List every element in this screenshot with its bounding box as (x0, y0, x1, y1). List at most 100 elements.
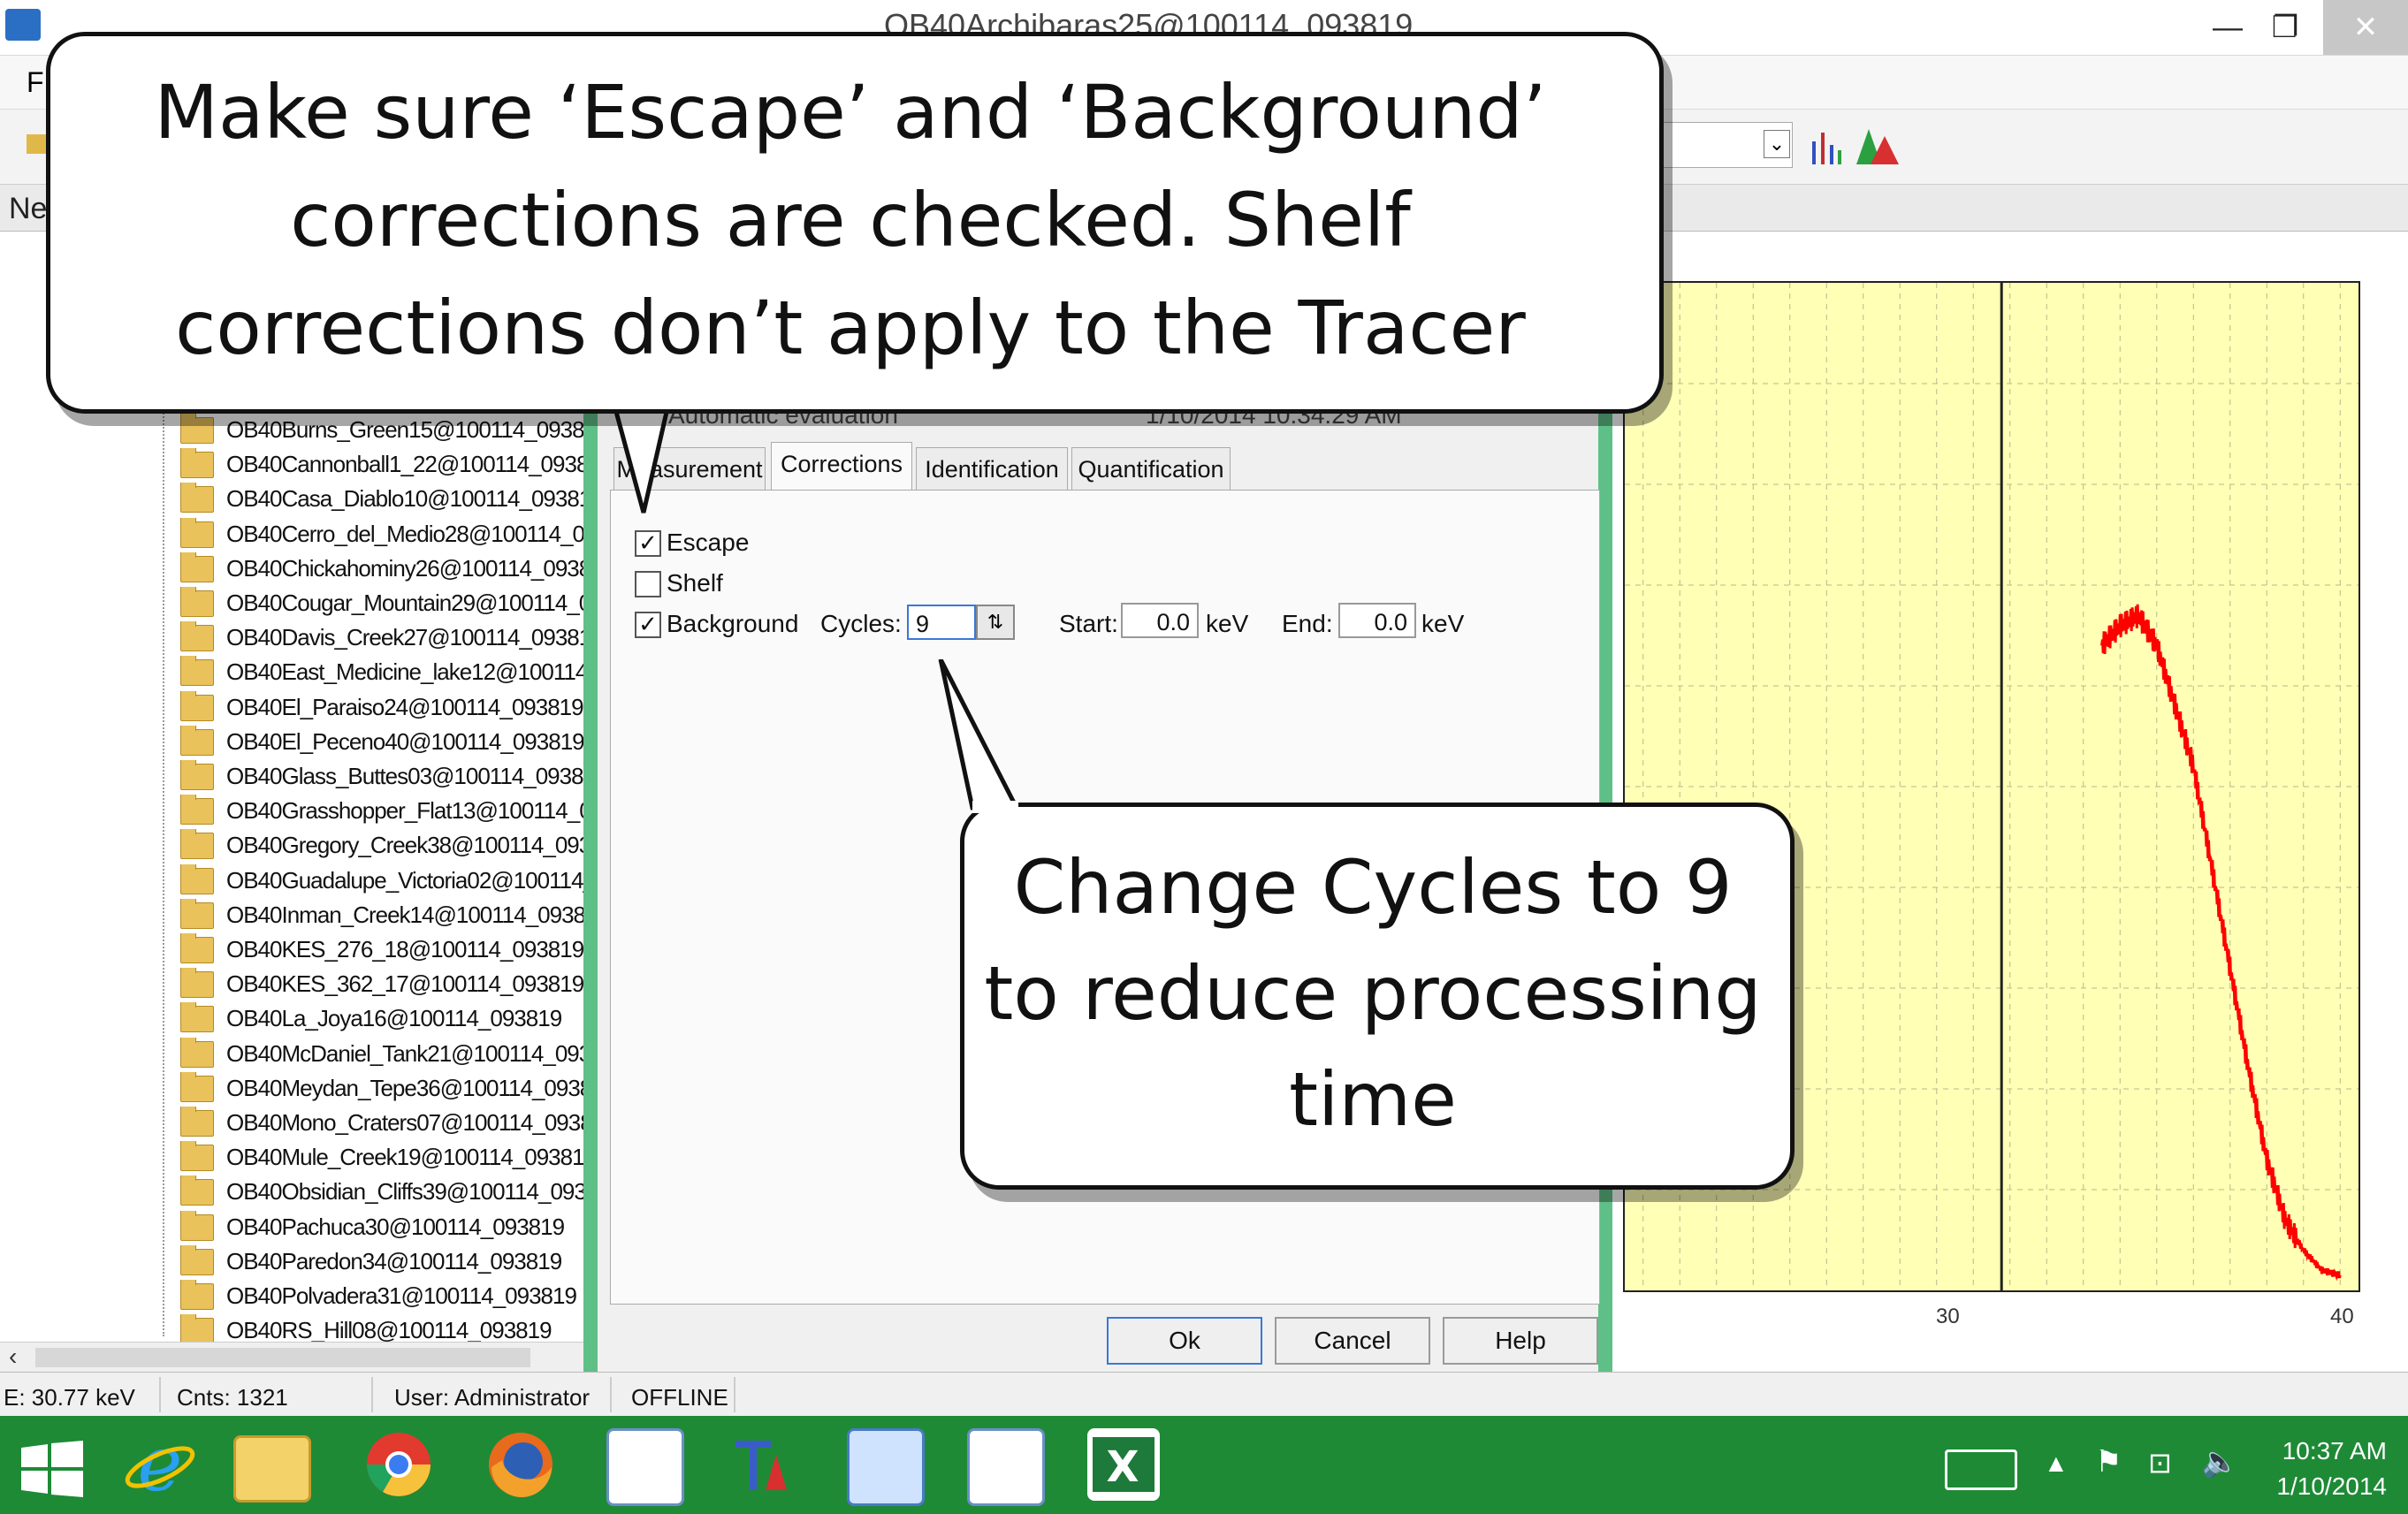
tab-quantification[interactable]: Quantification (1071, 447, 1231, 491)
keyboard-icon[interactable] (1945, 1449, 2017, 1490)
app-icon[interactable] (5, 9, 41, 41)
end-input[interactable]: 0.0 (1338, 603, 1416, 638)
callout-bottom-line-3: time (1289, 1056, 1457, 1143)
firefox-icon[interactable] (484, 1428, 557, 1501)
tree-item[interactable]: OB40Mule_Creek19@100114_093819 (159, 1141, 592, 1173)
tree-item[interactable]: OB40Guadalupe_Victoria02@100114_093819 (159, 864, 592, 896)
tree-item[interactable]: OB40Grasshopper_Flat13@100114_093819 (159, 795, 592, 826)
tree-item[interactable]: OB40El_Peceno40@100114_093819 (159, 725, 592, 757)
tree-item[interactable]: OB40KES_276_18@100114_093819 (159, 933, 592, 965)
tree-item[interactable]: OB40Mono_Craters07@100114_093819 (159, 1107, 592, 1138)
tree-item[interactable]: OB40Cougar_Mountain29@100114_093819 (159, 587, 592, 619)
callout-bottom-line-1: Change Cycles to 9 (1013, 844, 1733, 931)
folder-icon (180, 448, 214, 479)
folder-icon (180, 968, 214, 999)
show-hidden-icons-icon[interactable]: ▲ (2044, 1449, 2069, 1478)
tab-identification[interactable]: Identification (916, 447, 1068, 491)
menu-file[interactable]: F (27, 66, 44, 99)
scroll-left-icon[interactable]: ‹ (9, 1343, 17, 1371)
tree-item-label: OB40Mono_Craters07@100114_093819 (226, 1109, 592, 1136)
cycles-stepper-icon[interactable]: ⇅ (976, 605, 1015, 640)
restore-button[interactable]: ❐ (2250, 0, 2320, 55)
cancel-button[interactable]: Cancel (1275, 1317, 1430, 1365)
tree-item-label: OB40Meydan_Tepe36@100114_093819 (226, 1074, 592, 1101)
x-tick-label-40: 40 (2330, 1305, 2354, 1328)
tree-item[interactable]: OB40Gregory_Creek38@100114_093819 (159, 829, 592, 861)
clock-time[interactable]: 10:37 AM (2272, 1437, 2387, 1465)
help-button[interactable]: Help (1443, 1317, 1598, 1365)
shelf-checkbox[interactable] (635, 571, 661, 597)
tree-item-label: OB40RS_Hill08@100114_093819 (226, 1317, 552, 1344)
toolbar-dropdown[interactable]: ⌄ (1662, 122, 1793, 168)
svg-text:X: X (1106, 1442, 1139, 1492)
tree-item[interactable]: OB40El_Paraiso24@100114_093819 (159, 690, 592, 723)
tree-item[interactable]: OB40Polvadera31@100114_093819 (159, 1280, 592, 1312)
folder-icon (180, 898, 214, 929)
tree-item-label: OB40Inman_Creek14@100114_093819 (226, 901, 592, 928)
control-panel-icon[interactable] (847, 1428, 925, 1506)
windows-start-icon[interactable] (21, 1441, 83, 1497)
callout-top-pointer-cover (613, 392, 672, 405)
spectrum-peaks-icon[interactable] (1856, 124, 1901, 166)
folder-icon (180, 1280, 214, 1310)
tree-item-label: OB40Paredon34@100114_093819 (226, 1247, 562, 1274)
status-divider (734, 1377, 735, 1412)
tree-item[interactable]: OB40La_Joya16@100114_093819 (159, 1002, 592, 1034)
tree-item-label: OB40Polvadera31@100114_093819 (226, 1282, 577, 1309)
tree-item-label: OB40KES_362_17@100114_093819 (226, 970, 584, 998)
tree-item[interactable]: OB40Burns_Green15@100114_093819 (159, 414, 592, 445)
tree-item-label: OB40East_Medicine_lake12@100114_093819 (226, 658, 592, 686)
tree-item[interactable]: OB40Davis_Creek27@100114_093819 (159, 621, 592, 653)
cycles-input[interactable]: 9 (907, 605, 976, 640)
tree-item[interactable]: OB40Pachuca30@100114_093819 (159, 1210, 592, 1243)
tree-item-label: OB40Pachuca30@100114_093819 (226, 1213, 565, 1240)
folder-icon (180, 483, 214, 514)
callout-top-text: Make sure ‘Escape’ and ‘Background’ corr… (46, 58, 1655, 382)
clock-date[interactable]: 1/10/2014 (2254, 1472, 2387, 1501)
tree-item[interactable]: OB40Chickahominy26@100114_093819 (159, 552, 592, 584)
close-button[interactable]: ✕ (2323, 0, 2408, 55)
tree-item[interactable]: OB40Meydan_Tepe36@100114_093819 (159, 1071, 592, 1104)
bruker-spectra-icon[interactable] (606, 1428, 684, 1506)
tree-item-label: OB40Davis_Creek27@100114_093819 (226, 624, 592, 651)
tree-item-label: OB40Casa_Diablo10@100114_093819 (226, 485, 592, 513)
start-unit: keV (1206, 610, 1249, 637)
tree-item[interactable]: OB40East_Medicine_lake12@100114_093819 (159, 656, 592, 688)
excel-icon[interactable]: X (1087, 1428, 1160, 1501)
chrome-icon[interactable] (362, 1428, 435, 1501)
tree-item[interactable]: OB40KES_362_17@100114_093819 (159, 968, 592, 1000)
folder-icon (180, 1210, 214, 1241)
background-checkbox[interactable]: ✓ (635, 612, 661, 638)
tree-horizontal-scrollbar[interactable]: ‹ (0, 1342, 591, 1373)
status-user: User: Administrator (394, 1384, 591, 1411)
spectrum-bars-icon[interactable] (1809, 126, 1844, 164)
open-icon[interactable] (27, 134, 46, 154)
status-counts: Cnts: 1321 (177, 1384, 288, 1411)
start-input[interactable]: 0.0 (1121, 603, 1199, 638)
bruker-app-icon[interactable] (967, 1428, 1045, 1506)
end-unit: keV (1421, 610, 1465, 637)
tree-item[interactable]: OB40Casa_Diablo10@100114_093819 (159, 483, 592, 514)
tree-item[interactable]: OB40Glass_Buttes03@100114_093819 (159, 760, 592, 792)
tree-item[interactable]: OB40Cannonball1_22@100114_093819 (159, 448, 592, 480)
status-energy: E: 30.77 keV (4, 1384, 135, 1411)
volume-icon[interactable]: 🔈 (2201, 1444, 2238, 1480)
tool-icon[interactable] (727, 1428, 799, 1501)
tab-corrections[interactable]: Corrections (771, 442, 912, 492)
internet-explorer-icon[interactable]: e (124, 1420, 196, 1509)
tree-item[interactable]: OB40Obsidian_Cliffs39@100114_093819 (159, 1175, 592, 1207)
file-explorer-icon[interactable] (233, 1435, 311, 1503)
tree-item-label: OB40Guadalupe_Victoria02@100114_093819 (226, 866, 592, 894)
tree-item-label: OB40Grasshopper_Flat13@100114_093819 (226, 797, 592, 825)
tree-item[interactable]: OB40Paredon34@100114_093819 (159, 1244, 592, 1277)
tree-item[interactable]: OB40McDaniel_Tank21@100114_093819 (159, 1037, 592, 1069)
flag-icon[interactable]: ⚑ (2095, 1444, 2122, 1480)
tree-item[interactable]: OB40Inman_Creek14@100114_093819 (159, 898, 592, 931)
tree-item[interactable]: OB40Cerro_del_Medio28@100114_093819 (159, 517, 592, 550)
ok-button[interactable]: Ok (1107, 1317, 1262, 1365)
folder-icon (180, 1002, 214, 1033)
network-icon[interactable]: ⊡ (2148, 1446, 2172, 1480)
scrollbar-thumb[interactable] (35, 1348, 530, 1367)
folder-icon (180, 621, 214, 652)
tree-item-label: OB40Mule_Creek19@100114_093819 (226, 1144, 592, 1171)
